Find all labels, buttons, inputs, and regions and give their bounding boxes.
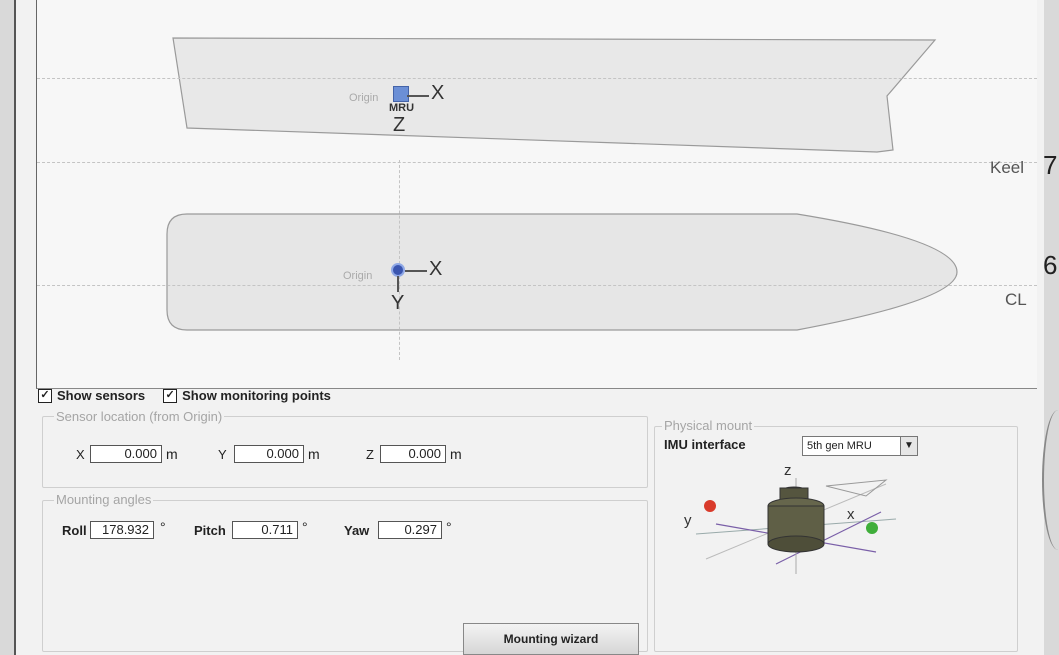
side-x-axis-line <box>407 95 429 97</box>
checkmark-icon[interactable]: ✓ <box>38 388 52 403</box>
yaw-label: Yaw <box>344 523 370 538</box>
roll-unit: ° <box>160 519 166 535</box>
show-monitoring-points-checkbox[interactable]: ✓ Show monitoring points <box>163 388 331 403</box>
show-sensors-checkbox[interactable]: ✓ Show sensors <box>38 388 145 403</box>
keel-line <box>37 162 1037 163</box>
view-options: ✓ Show sensors ✓ Show monitoring points <box>38 388 331 403</box>
physical-mount-title: Physical mount <box>662 418 755 433</box>
side-axis-z: Z <box>393 114 406 136</box>
x-unit: m <box>166 446 178 462</box>
show-sensors-label: Show sensors <box>57 388 146 403</box>
top-x-axis-line <box>405 270 427 272</box>
yaw-input[interactable]: 0.297 <box>378 521 442 539</box>
x-label: X <box>76 447 85 462</box>
top-axis-x: X <box>429 258 443 280</box>
y-input[interactable]: 0.000 <box>234 445 304 463</box>
dropdown-arrow-icon[interactable]: ▼ <box>900 437 917 455</box>
mounting-angles-title: Mounting angles <box>54 492 154 507</box>
x-input[interactable]: 0.000 <box>90 445 162 463</box>
top-axis-y: Y <box>391 292 405 314</box>
mounting-wizard-button[interactable]: Mounting wizard <box>463 623 639 655</box>
roll-input[interactable]: 178.932 <box>90 521 154 539</box>
side-sensor-label: MRU <box>389 102 415 114</box>
show-monitoring-points-label: Show monitoring points <box>182 388 331 403</box>
imu-interface-select[interactable]: 5th gen MRU ▼ <box>802 436 918 456</box>
imu-axis-y: y <box>684 512 692 529</box>
z-input[interactable]: 0.000 <box>380 445 446 463</box>
side-view-hull <box>166 37 958 331</box>
side-axis-x: X <box>431 82 445 104</box>
edge-shape <box>1042 410 1059 550</box>
pitch-unit: ° <box>302 519 308 535</box>
imu-axis-x: x <box>847 506 855 523</box>
keel-label: Keel <box>990 158 1025 177</box>
origin-vertical-line <box>399 160 400 360</box>
centerline <box>37 285 1037 286</box>
centerline-label: CL <box>1005 290 1027 309</box>
mru-sensor-icon[interactable] <box>393 86 409 102</box>
side-origin-label: Origin <box>349 92 379 104</box>
vessel-view-panel: Origin MRU X Z Keel Origin X Y CL <box>36 0 1037 389</box>
z-unit: m <box>450 446 462 462</box>
checkmark-icon[interactable]: ✓ <box>163 388 178 403</box>
roll-label: Roll <box>62 523 87 538</box>
z-label: Z <box>366 447 374 462</box>
top-origin-label: Origin <box>343 270 373 282</box>
edge-glyph-upper: 7 <box>1043 150 1058 180</box>
edge-glyph-lower: 6 <box>1043 250 1058 280</box>
origin-point-icon[interactable] <box>391 263 405 277</box>
pitch-label: Pitch <box>194 523 226 538</box>
top-y-axis-line <box>397 276 399 292</box>
imu-3d-preview <box>695 478 897 574</box>
imu-axis-z: z <box>784 462 792 479</box>
y-unit: m <box>308 446 320 462</box>
imu-interface-value: 5th gen MRU <box>807 440 872 452</box>
pitch-input[interactable]: 0.711 <box>232 521 298 539</box>
side-waterline <box>37 78 1037 79</box>
yaw-unit: ° <box>446 519 452 535</box>
imu-interface-label: IMU interface <box>664 437 746 452</box>
sensor-location-title: Sensor location (from Origin) <box>54 409 225 424</box>
y-label: Y <box>218 447 227 462</box>
